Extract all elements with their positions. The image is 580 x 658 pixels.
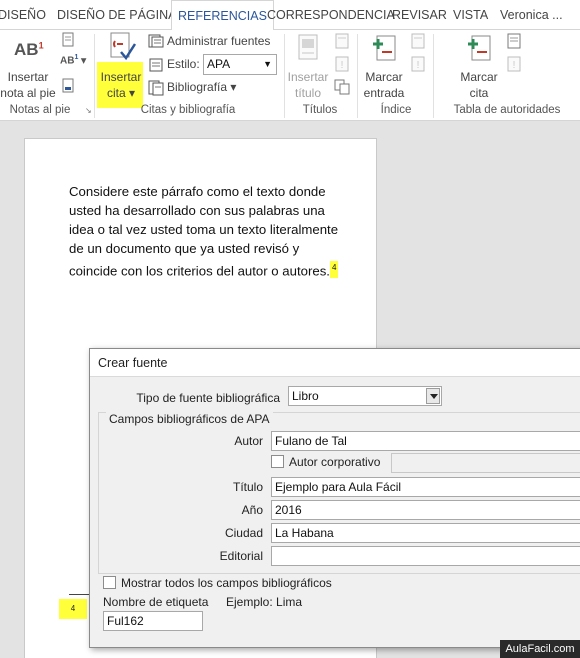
insert-caption-button[interactable]: Insertar título bbox=[286, 32, 330, 102]
chevron-down-icon[interactable] bbox=[426, 388, 440, 404]
mark-citation-label-1: Marcar bbox=[460, 70, 498, 84]
insert-footnote-button[interactable]: AB1 Insertar nota al pie bbox=[0, 34, 58, 100]
mark-entry-label-1: Marcar bbox=[365, 70, 403, 84]
manage-sources-icon bbox=[148, 34, 164, 48]
show-all-fields-label: Mostrar todos los campos bibliográficos bbox=[121, 576, 332, 590]
show-notes-icon[interactable] bbox=[60, 78, 76, 94]
tag-name-field[interactable]: Ful162 bbox=[103, 611, 203, 631]
insert-citation-label-2: cita ▾ bbox=[106, 86, 136, 100]
insert-table-of-figures-icon[interactable] bbox=[334, 33, 350, 49]
update-table-icon[interactable]: ! bbox=[334, 56, 350, 72]
group-label-index: Índice bbox=[380, 104, 412, 116]
create-source-dialog: Crear fuente Tipo de fuente bibliográfic… bbox=[89, 348, 580, 648]
style-select[interactable]: APA ▼ bbox=[203, 54, 277, 75]
user-account[interactable]: Veronica ... bbox=[500, 0, 563, 30]
example-label: Ejemplo: Lima bbox=[226, 595, 303, 609]
insert-citation-label-1: Insertar bbox=[100, 70, 142, 84]
group-label-captions: Títulos bbox=[302, 104, 338, 116]
author-label: Autor bbox=[234, 434, 263, 448]
insert-caption-label-1: Insertar bbox=[287, 70, 329, 84]
svg-text:!: ! bbox=[513, 60, 516, 71]
city-label: Ciudad bbox=[224, 526, 263, 540]
body-paragraph[interactable]: Considere este párrafo como el texto don… bbox=[69, 182, 339, 280]
footnote-icon: AB1 bbox=[14, 40, 44, 59]
mark-entry-icon bbox=[373, 35, 396, 61]
title-label: Título bbox=[232, 480, 263, 494]
cross-reference-icon[interactable] bbox=[334, 79, 350, 95]
year-field[interactable]: 2016 bbox=[271, 500, 580, 520]
group-label-footnotes: Notas al pie bbox=[9, 104, 71, 116]
year-label: Año bbox=[241, 503, 263, 517]
insert-caption-label-2: título bbox=[294, 86, 321, 100]
ribbon: AB1 Insertar nota al pie AB1 ▾ Notas al … bbox=[0, 30, 580, 121]
style-icon bbox=[149, 58, 163, 72]
group-label-apa-fields: Campos bibliográficos de APA bbox=[106, 411, 273, 427]
update-authorities-icon[interactable]: ! bbox=[506, 56, 522, 72]
ribbon-tabs: DISEÑO DISEÑO DE PÁGINA REFERENCIAS CORR… bbox=[0, 0, 580, 31]
bibliography-button[interactable]: Bibliografía ▾ bbox=[167, 80, 236, 95]
update-index-icon[interactable]: ! bbox=[410, 56, 426, 72]
corporate-author-label: Autor corporativo bbox=[289, 455, 381, 469]
next-footnote-icon[interactable]: AB1 ▾ bbox=[60, 54, 86, 66]
watermark-logo: AulaFacil.com bbox=[500, 640, 580, 658]
insert-endnote-icon[interactable] bbox=[60, 32, 76, 48]
insert-index-icon[interactable] bbox=[410, 33, 426, 49]
author-field[interactable]: Fulano de Tal bbox=[271, 431, 580, 451]
footnotes-dialog-launcher[interactable]: ↘ bbox=[85, 106, 92, 115]
citation-mark: 4 bbox=[329, 261, 339, 278]
paragraph-line: usted ha desarrollado con sus palabras u… bbox=[69, 203, 325, 218]
insert-footnote-label-2: nota al pie bbox=[0, 86, 56, 100]
paragraph-line: coincide con los criterios del autor o a… bbox=[69, 261, 339, 279]
tag-name-label: Nombre de etiqueta bbox=[103, 595, 209, 609]
svg-text:!: ! bbox=[417, 60, 420, 71]
footnote-number: 4 bbox=[59, 599, 87, 619]
insert-citation-icon bbox=[110, 32, 137, 61]
corporate-author-checkbox[interactable] bbox=[271, 455, 284, 468]
paragraph-line: de un documento que ya usted revisó y bbox=[69, 241, 300, 256]
mark-entry-button[interactable]: Marcar entrada bbox=[360, 32, 408, 102]
city-field[interactable]: La Habana bbox=[271, 523, 580, 543]
manage-sources-button[interactable]: Administrar fuentes bbox=[167, 34, 270, 49]
paragraph-line: Considere este párrafo como el texto don… bbox=[69, 184, 326, 199]
title-field[interactable]: Ejemplo para Aula Fácil bbox=[271, 477, 580, 497]
insert-citation-button[interactable]: Insertar cita ▾ bbox=[97, 32, 145, 104]
tab-diseno-de-pagina[interactable]: DISEÑO DE PÁGINA bbox=[57, 0, 176, 30]
tab-vista[interactable]: VISTA bbox=[453, 0, 488, 30]
insert-footnote-label-1: Insertar bbox=[7, 70, 49, 84]
tab-referencias[interactable]: REFERENCIAS bbox=[171, 0, 274, 31]
tab-revisar[interactable]: REVISAR bbox=[392, 0, 447, 30]
source-type-select[interactable]: Libro bbox=[288, 386, 442, 406]
insert-table-of-authorities-icon[interactable] bbox=[506, 33, 522, 49]
mark-entry-label-2: entrada bbox=[363, 86, 405, 100]
group-label-citations: Citas y bibliografía bbox=[140, 104, 236, 116]
bibliography-icon bbox=[148, 80, 164, 96]
svg-text:!: ! bbox=[341, 60, 344, 71]
show-all-fields-checkbox[interactable] bbox=[103, 576, 116, 589]
mark-citation-icon bbox=[468, 35, 491, 61]
dialog-title: Crear fuente bbox=[90, 349, 580, 377]
paragraph-line: idea o tal vez usted toma un texto liter… bbox=[69, 222, 339, 237]
publisher-field[interactable] bbox=[271, 546, 580, 566]
corporate-author-field[interactable] bbox=[391, 453, 580, 473]
insert-caption-icon bbox=[298, 34, 318, 60]
mark-citation-label-2: cita bbox=[469, 86, 489, 100]
mark-citation-button[interactable]: Marcar cita bbox=[452, 32, 506, 102]
publisher-label: Editorial bbox=[219, 549, 263, 563]
group-label-authorities: Tabla de autoridades bbox=[453, 104, 561, 116]
chevron-down-icon: ▼ bbox=[263, 59, 272, 69]
style-label: Estilo: bbox=[167, 57, 200, 71]
tab-correspondencia[interactable]: CORRESPONDENCIA bbox=[267, 0, 395, 30]
tab-diseno[interactable]: DISEÑO bbox=[0, 0, 46, 30]
source-type-label: Tipo de fuente bibliográfica bbox=[136, 391, 280, 405]
